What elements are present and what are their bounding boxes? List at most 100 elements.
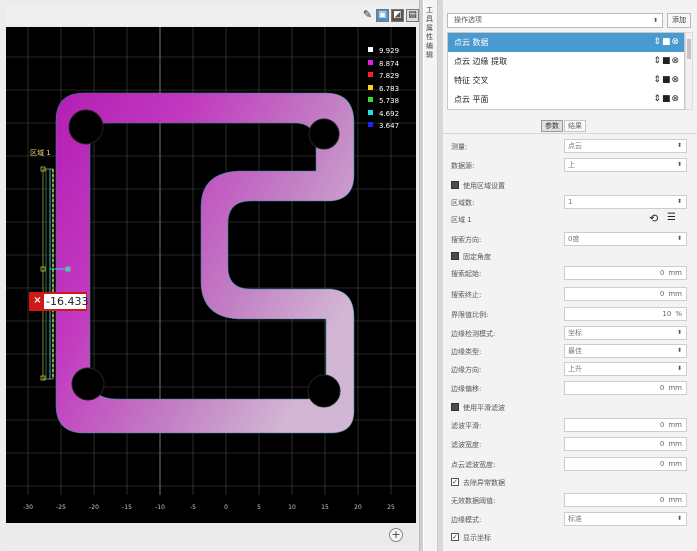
field-label: 滤波宽度: (451, 441, 482, 449)
legend-swatch (368, 97, 373, 102)
legend-entry: 3.647 (368, 122, 399, 135)
legend-entry: 7.829 (368, 72, 399, 85)
field-label: 数据源: (451, 162, 475, 170)
row-action-icons[interactable]: ⇕■⊗ (653, 33, 680, 52)
checkbox-label: 去除异常数据 (463, 479, 505, 487)
select-value: 上升 (568, 365, 582, 373)
legend-value: 6.783 (379, 84, 400, 93)
row-action-icons[interactable]: ⇕■⊗ (653, 71, 680, 90)
chevron-down-icon: ⬍ (676, 347, 682, 354)
unit-label: mm (668, 421, 682, 429)
x-tick-label: 15 (321, 504, 329, 511)
field-label: 边缘模式: (451, 516, 482, 524)
list-item[interactable]: 点云 平面 ⇕■⊗ (448, 90, 684, 109)
chevron-down-icon: ⬍ (676, 161, 682, 168)
operation-select[interactable]: 操作选项 ⬍ (447, 13, 663, 28)
row-action-icons[interactable]: ⇕■⊗ (653, 90, 680, 109)
operation-list: 点云 数据 ⇕■⊗ 点云 边缘 提取 ⇕■⊗ 特征 交叉 ⇕■⊗ 点云 平面 ⇕… (447, 32, 685, 110)
operation-select-value: 操作选项 (454, 16, 482, 24)
smooth-filter-checkbox[interactable] (451, 403, 459, 411)
field-value: 0 (659, 290, 665, 298)
unit-label: mm (668, 496, 682, 504)
height-color-legend: 9.929 8.874 7.829 6.783 5.738 4.692 3.64… (368, 47, 399, 135)
x-tick-label: 10 (288, 504, 296, 511)
height-map-canvas[interactable]: 9.929 8.874 7.829 6.783 5.738 4.692 3.64… (6, 27, 416, 523)
invalid-threshold-field[interactable]: 0 mm (564, 493, 687, 507)
edge-type-select[interactable]: 最佳 ⬍ (564, 344, 687, 358)
show-coordinates-checkbox[interactable]: ✓ (451, 533, 459, 541)
chevron-down-icon: ⬍ (676, 329, 682, 336)
legend-swatch (368, 72, 373, 77)
direction-select[interactable]: 0度 ⬍ (564, 232, 687, 246)
field-label: 区域 1 (451, 216, 472, 224)
list-item[interactable]: 点云 边缘 提取 ⇕■⊗ (448, 52, 684, 71)
unit-label: mm (668, 440, 682, 448)
field-label: 边缘方向: (451, 366, 482, 374)
tool-properties-tab[interactable]: 工具属性编辑 (424, 0, 438, 551)
add-button[interactable]: 添加 (667, 13, 691, 28)
field-value: 0 (659, 460, 665, 468)
list-item[interactable]: 特征 交叉 ⇕■⊗ (448, 71, 684, 90)
select-value: 坐标 (568, 329, 582, 337)
view-mode-icon[interactable]: ◩ (391, 9, 404, 22)
field-label: 边缘类型: (451, 348, 482, 356)
remove-outlier-checkbox[interactable]: ✓ (451, 478, 459, 486)
x-tick-label: -5 (190, 504, 196, 511)
search-end-field[interactable]: 0 mm (564, 287, 687, 301)
operation-label: 点云 边缘 提取 (454, 57, 508, 66)
reset-icon[interactable]: ⟲ (649, 212, 658, 225)
x-tick-label: -30 (23, 504, 33, 511)
mounting-hole (307, 374, 341, 408)
x-tick-label: -10 (155, 504, 165, 511)
legend-entry: 6.783 (368, 84, 400, 98)
operation-label: 特征 交叉 (454, 76, 489, 85)
filter-width-field[interactable]: 0 mm (564, 437, 687, 451)
edge-offset-field[interactable]: 0 mm (564, 381, 687, 395)
layout-icon[interactable]: ▤ (406, 9, 419, 22)
legend-value: 3.647 (379, 122, 400, 130)
legend-swatch (368, 122, 373, 127)
wand-icon[interactable]: ✎ (361, 9, 374, 22)
x-tick-label: -25 (56, 504, 66, 511)
list-icon[interactable]: ☰ (667, 212, 676, 223)
unit-label: mm (668, 460, 682, 468)
panel-splitter[interactable] (419, 0, 423, 551)
cloud-filter-field[interactable]: 0 mm (564, 457, 687, 471)
close-icon[interactable]: × (32, 295, 43, 307)
legend-entry: 9.929 (368, 47, 399, 60)
chevron-down-icon: ⬍ (676, 198, 682, 205)
mode-select[interactable]: 点云 ⬍ (564, 139, 687, 153)
checkbox-label: 使用区域设置 (463, 182, 505, 190)
list-item[interactable]: 点云 数据 ⇕■⊗ (448, 33, 684, 52)
boundary-ratio-field[interactable]: 10% (564, 307, 687, 321)
edge-mode-select[interactable]: 标准 ⬍ (564, 512, 687, 526)
viewer-toolbar: ✎ ▣ ◩ ▤ (6, 6, 419, 26)
fit-view-icon[interactable]: ▣ (376, 9, 389, 22)
x-tick-label: -20 (89, 504, 99, 511)
select-value: 1 (568, 198, 573, 206)
field-label: 区域数: (451, 199, 475, 207)
row-action-icons[interactable]: ⇕■⊗ (653, 52, 680, 71)
legend-value: 5.738 (379, 97, 400, 105)
tab-results[interactable]: 结果 (564, 120, 586, 132)
checkbox-label: 固定角度 (463, 253, 491, 261)
field-value: 10 (662, 310, 672, 318)
unit-label: % (675, 310, 682, 318)
source-select[interactable]: 上 ⬍ (564, 158, 687, 172)
list-scrollbar[interactable] (685, 32, 693, 110)
zoom-in-button[interactable]: + (389, 528, 403, 542)
field-label: 测量: (451, 143, 468, 151)
legend-swatch (368, 59, 373, 65)
tab-params[interactable]: 参数 (541, 120, 563, 132)
checkbox-label: 显示坐标 (463, 534, 491, 542)
mounting-hole (308, 118, 340, 150)
region-count-select[interactable]: 1 ⬍ (564, 195, 687, 209)
field-value: 0 (659, 496, 665, 504)
scroll-thumb[interactable] (687, 39, 691, 59)
edge-direction-select[interactable]: 上升 ⬍ (564, 362, 687, 376)
fixed-angle-checkbox[interactable] (451, 252, 459, 260)
search-start-field[interactable]: 0 mm (564, 266, 687, 280)
smooth-field[interactable]: 0 mm (564, 418, 687, 432)
use-region-checkbox[interactable] (451, 181, 459, 189)
edge-detect-select[interactable]: 坐标 ⬍ (564, 326, 687, 340)
